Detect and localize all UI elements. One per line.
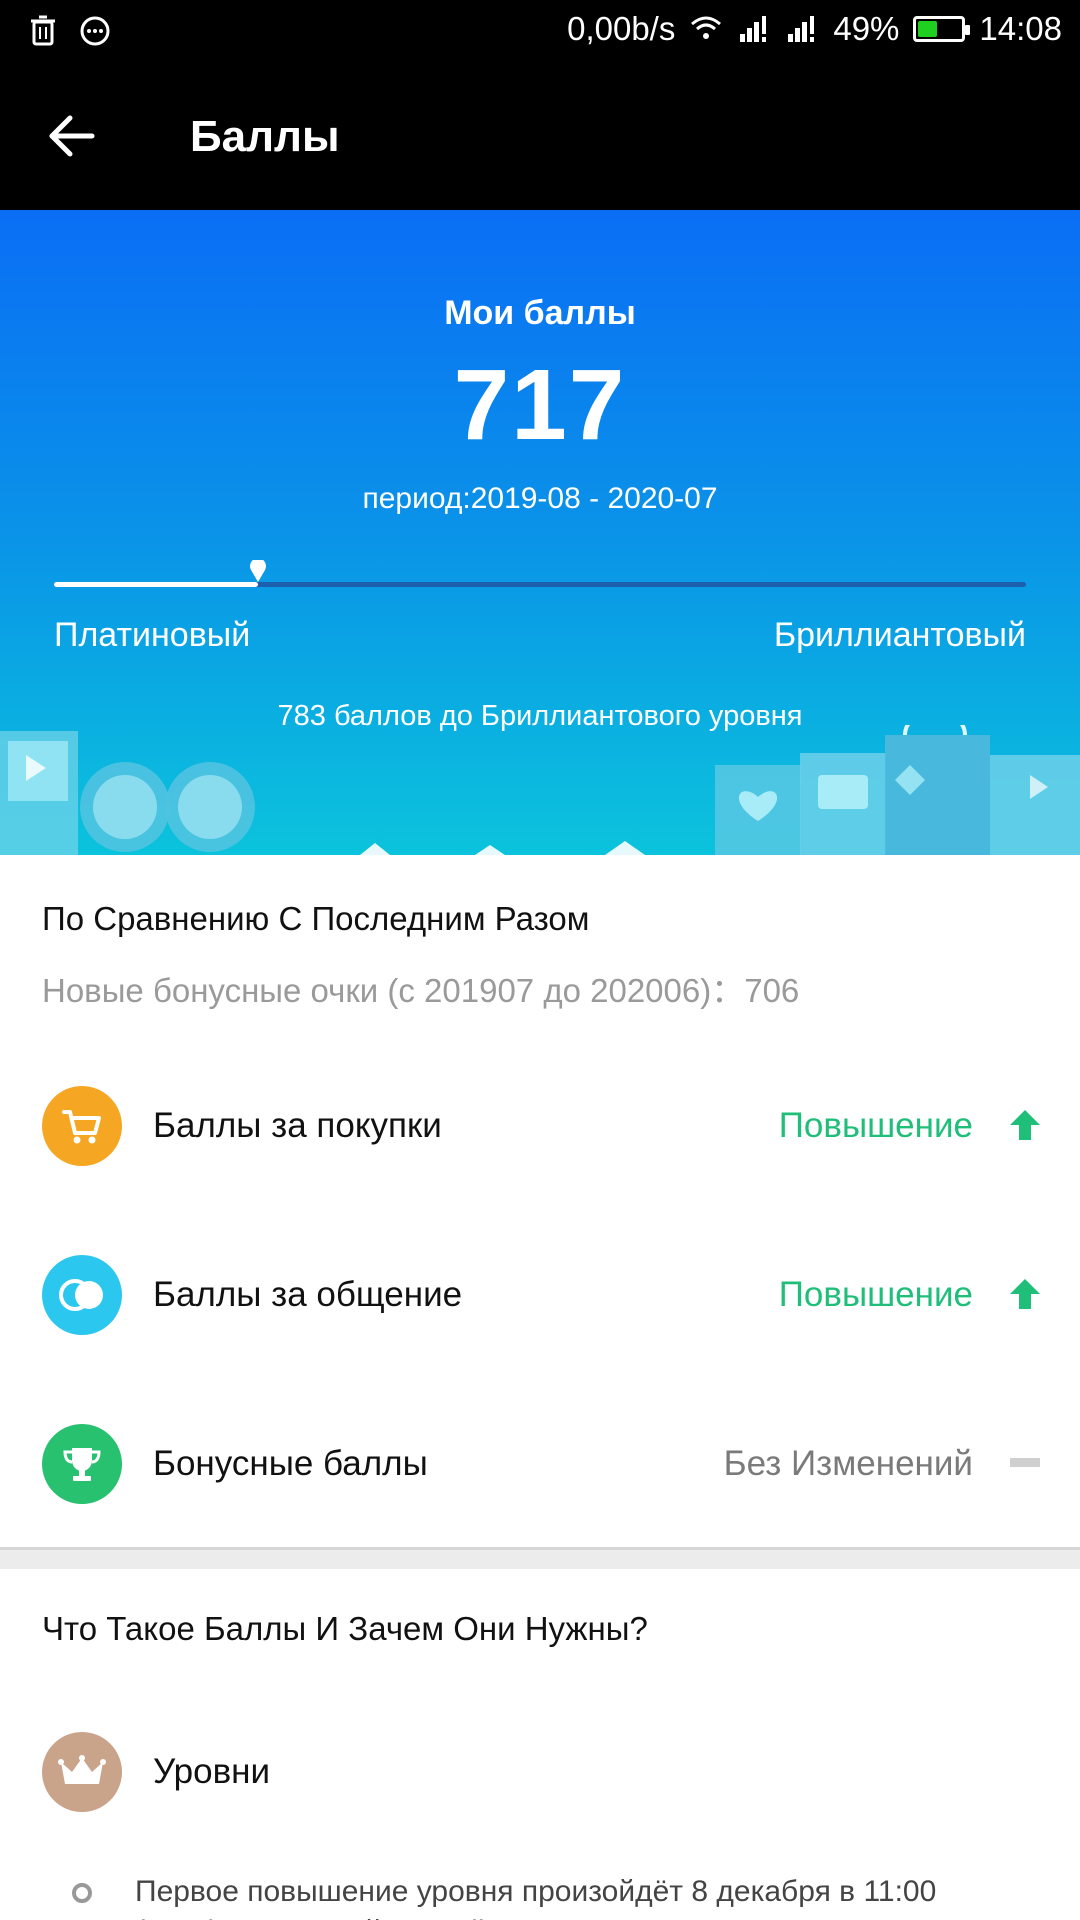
status-bar: 0,00b/s 49% 14:08 — [0, 0, 1080, 62]
row-label: Баллы за общение — [153, 1275, 463, 1314]
social-points-row[interactable]: Баллы за общение Повышение — [0, 1245, 1080, 1345]
app-bar: Баллы — [0, 62, 1080, 210]
signal-icon — [740, 16, 767, 42]
message-dots-icon — [80, 16, 110, 46]
levels-info-text: Первое повышение уровня произойдёт 8 дек… — [135, 1875, 937, 1920]
levels-row[interactable]: Уровни — [0, 1722, 1080, 1822]
trash-icon — [31, 15, 55, 46]
row-label: Бонусные баллы — [153, 1444, 428, 1483]
battery-fill — [918, 21, 937, 37]
back-arrow-icon[interactable] — [44, 108, 100, 164]
battery-percent: 49% — [833, 10, 900, 47]
period-text: период:2019-08 - 2020-07 — [362, 482, 718, 515]
row-status: Повышение — [778, 1275, 973, 1314]
cart-icon — [62, 1110, 101, 1144]
comparison-title: По Сравнению С Последним Разом — [42, 900, 590, 937]
points-hero: Мои баллы 717 период:2019-08 - 2020-07 П… — [0, 210, 1080, 855]
faq-title: Что Такое Баллы И Зачем Они Нужны? — [42, 1610, 648, 1647]
levels-icon-bg — [42, 1732, 122, 1812]
points-value: 717 — [453, 349, 627, 461]
row-label: Баллы за покупки — [153, 1106, 442, 1145]
bullet-icon — [72, 1883, 92, 1903]
crown-icon — [58, 1755, 106, 1784]
wifi-icon — [691, 16, 722, 39]
next-level-label: Бриллиантовый — [773, 616, 1026, 654]
row-status: Повышение — [778, 1106, 973, 1145]
battery-icon — [913, 16, 971, 42]
my-points-label: Мои баллы — [444, 294, 636, 332]
progress-marker-icon — [250, 560, 267, 582]
arrow-up-icon — [1010, 1279, 1040, 1309]
chat-icon — [59, 1279, 103, 1311]
current-level-label: Платиновый — [54, 616, 251, 654]
row-icon-bg — [42, 1086, 122, 1166]
level-progress-fill — [54, 582, 259, 587]
row-status: Без Изменений — [723, 1444, 973, 1483]
level-progress-bar — [54, 560, 1026, 587]
clock: 14:08 — [979, 10, 1062, 47]
section-divider — [0, 1547, 1080, 1569]
trophy-icon — [63, 1448, 101, 1481]
row-icon-bg — [42, 1255, 122, 1335]
network-speed: 0,00b/s — [567, 10, 676, 47]
no-change-dash-icon — [1010, 1458, 1040, 1467]
shopping-decoration-illustration — [0, 725, 1080, 855]
comparison-subtitle: Новые бонусные очки (с 201907 до 202006)… — [42, 972, 800, 1009]
signal-icon — [788, 16, 815, 42]
levels-label: Уровни — [153, 1752, 271, 1791]
shopping-points-row[interactable]: Баллы за покупки Повышение — [0, 1076, 1080, 1176]
arrow-up-icon — [1010, 1110, 1040, 1140]
page-title: Баллы — [190, 112, 340, 161]
bonus-points-row[interactable]: Бонусные баллы Без Изменений — [0, 1414, 1080, 1514]
row-icon-bg — [42, 1424, 122, 1504]
